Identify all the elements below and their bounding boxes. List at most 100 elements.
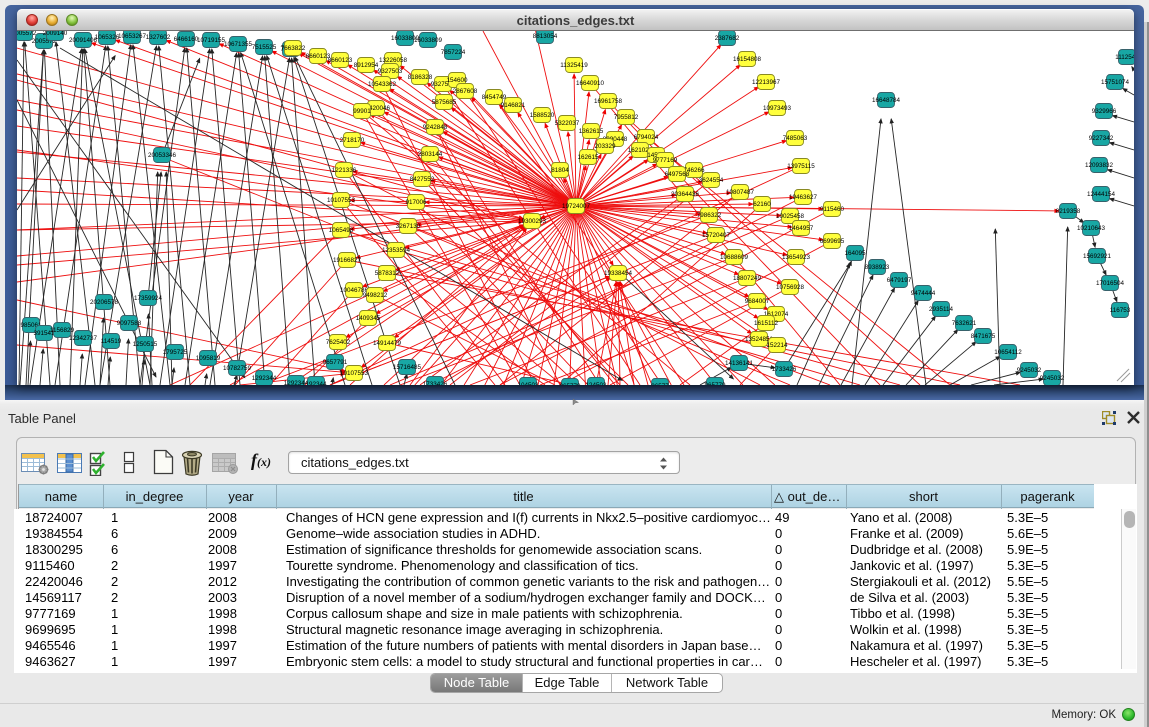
svg-text:7515525: 7515525 — [252, 44, 277, 51]
svg-text:7955812: 7955812 — [614, 114, 639, 121]
svg-text:10807487: 10807487 — [726, 189, 755, 196]
svg-text:3267130: 3267130 — [396, 223, 421, 230]
svg-text:19338454: 19338454 — [604, 270, 633, 277]
svg-text:14914479: 14914479 — [373, 340, 402, 347]
svg-text:2005572: 2005572 — [17, 31, 37, 37]
svg-text:15692921: 15692921 — [1083, 253, 1112, 260]
svg-text:1156829: 1156829 — [50, 327, 75, 334]
svg-text:17016504: 17016504 — [1096, 280, 1125, 287]
svg-text:1588520: 1588520 — [530, 112, 555, 119]
svg-text:7986322: 7986322 — [697, 212, 722, 219]
svg-text:18807249: 18807249 — [733, 275, 762, 282]
svg-text:10654112: 10654112 — [994, 349, 1022, 356]
svg-text:16648784: 16648784 — [872, 97, 901, 104]
svg-text:14136141: 14136141 — [725, 360, 754, 367]
svg-text:5875685: 5875685 — [432, 99, 457, 106]
svg-text:16640910: 16640910 — [576, 80, 605, 87]
svg-text:10025458: 10025458 — [776, 213, 805, 220]
svg-text:8219358: 8219358 — [1056, 208, 1081, 215]
svg-text:12342737: 12342737 — [69, 335, 98, 342]
svg-text:10782759: 10782759 — [223, 365, 252, 372]
svg-text:10756928: 10756928 — [776, 284, 805, 291]
svg-text:917006: 917006 — [405, 199, 427, 206]
svg-text:81804: 81804 — [551, 167, 569, 174]
svg-text:965779: 965779 — [559, 383, 581, 385]
svg-text:13975115: 13975115 — [787, 163, 815, 170]
svg-text:13226058: 13226058 — [379, 57, 408, 64]
svg-text:9097588: 9097588 — [117, 320, 142, 327]
svg-text:192344: 192344 — [305, 381, 327, 385]
svg-text:19463627: 19463627 — [789, 194, 818, 201]
svg-text:124503: 124503 — [585, 382, 607, 385]
svg-text:6466160: 6466160 — [174, 36, 199, 43]
svg-text:15720407: 15720407 — [702, 232, 731, 239]
svg-text:10688609: 10688609 — [720, 254, 749, 261]
svg-text:8938923: 8938923 — [865, 264, 890, 271]
svg-text:9777169: 9777169 — [653, 157, 678, 164]
svg-text:19166827: 19166827 — [333, 257, 362, 264]
svg-text:5322037: 5322037 — [555, 120, 580, 127]
svg-text:10107553: 10107553 — [327, 197, 356, 204]
svg-text:17359924: 17359924 — [134, 295, 163, 302]
svg-text:10210643: 10210643 — [1077, 225, 1106, 232]
svg-text:16961758: 16961758 — [594, 98, 623, 105]
svg-text:9327503: 9327503 — [378, 68, 403, 75]
svg-text:19300293: 19300293 — [518, 218, 547, 225]
svg-text:62160: 62160 — [753, 201, 771, 208]
svg-text:10653267: 10653267 — [118, 33, 147, 40]
svg-text:9245032: 9245032 — [1017, 367, 1042, 374]
svg-text:1464957: 1464957 — [789, 225, 814, 232]
svg-text:12444154: 12444154 — [1087, 191, 1116, 198]
svg-text:965779: 965779 — [704, 382, 726, 385]
svg-text:1065326: 1065326 — [95, 34, 120, 41]
svg-text:10671355: 10671355 — [224, 41, 253, 48]
svg-text:164095: 164095 — [844, 250, 866, 257]
svg-text:1362615: 1362615 — [579, 128, 604, 135]
svg-text:1733426: 1733426 — [772, 366, 797, 373]
svg-text:9498212: 9498212 — [363, 292, 388, 299]
svg-text:104503: 104503 — [517, 382, 539, 385]
svg-text:6699695: 6699695 — [820, 238, 845, 245]
svg-text:10107553: 10107553 — [340, 370, 369, 377]
svg-text:16154808: 16154808 — [733, 56, 762, 63]
svg-text:20091406: 20091406 — [69, 37, 98, 44]
svg-text:6794024: 6794024 — [634, 134, 659, 141]
svg-text:7663822: 7663822 — [281, 45, 306, 52]
svg-text:9245032: 9245032 — [1040, 375, 1065, 382]
svg-text:6497568: 6497568 — [665, 171, 690, 178]
svg-text:20364436: 20364436 — [671, 191, 700, 198]
svg-text:15751074: 15751074 — [1101, 79, 1130, 86]
svg-text:2803144: 2803144 — [418, 151, 443, 158]
svg-text:15716485: 15716485 — [393, 364, 422, 371]
svg-text:8471675: 8471675 — [971, 333, 996, 340]
svg-text:8660123: 8660123 — [328, 57, 353, 64]
svg-text:13654923: 13654923 — [782, 254, 811, 261]
svg-text:2718170: 2718170 — [340, 137, 365, 144]
svg-text:5878312: 5878312 — [375, 270, 400, 277]
svg-text:19724007: 19724007 — [562, 203, 591, 210]
svg-text:12213967: 12213967 — [752, 79, 781, 86]
svg-text:10543362: 10543362 — [368, 81, 397, 88]
svg-text:1733426: 1733426 — [423, 381, 448, 385]
svg-text:9227342: 9227342 — [1089, 135, 1114, 142]
svg-text:7625402: 7625402 — [326, 339, 351, 346]
svg-text:162615: 162615 — [577, 154, 599, 161]
svg-text:2387682: 2387682 — [715, 35, 740, 42]
svg-text:8912954: 8912954 — [354, 62, 379, 69]
svg-text:9657791: 9657791 — [323, 359, 348, 366]
svg-text:1409345: 1409345 — [356, 315, 381, 322]
svg-text:1615112: 1615112 — [754, 320, 779, 327]
svg-text:1327602: 1327602 — [146, 34, 171, 41]
svg-text:2935114: 2935114 — [929, 306, 954, 313]
svg-text:12353594: 12353594 — [382, 247, 411, 254]
svg-text:7632621: 7632621 — [952, 320, 977, 327]
svg-text:154600: 154600 — [446, 77, 468, 84]
svg-text:3624554: 3624554 — [699, 177, 724, 184]
svg-text:9474444: 9474444 — [911, 290, 936, 297]
svg-text:7857224: 7857224 — [441, 49, 466, 56]
svg-text:8813054: 8813054 — [533, 33, 558, 40]
svg-text:1795725: 1795725 — [163, 349, 188, 356]
svg-text:6479197: 6479197 — [887, 277, 912, 284]
svg-text:20206578: 20206578 — [90, 299, 119, 306]
svg-text:1221336: 1221336 — [332, 167, 357, 174]
